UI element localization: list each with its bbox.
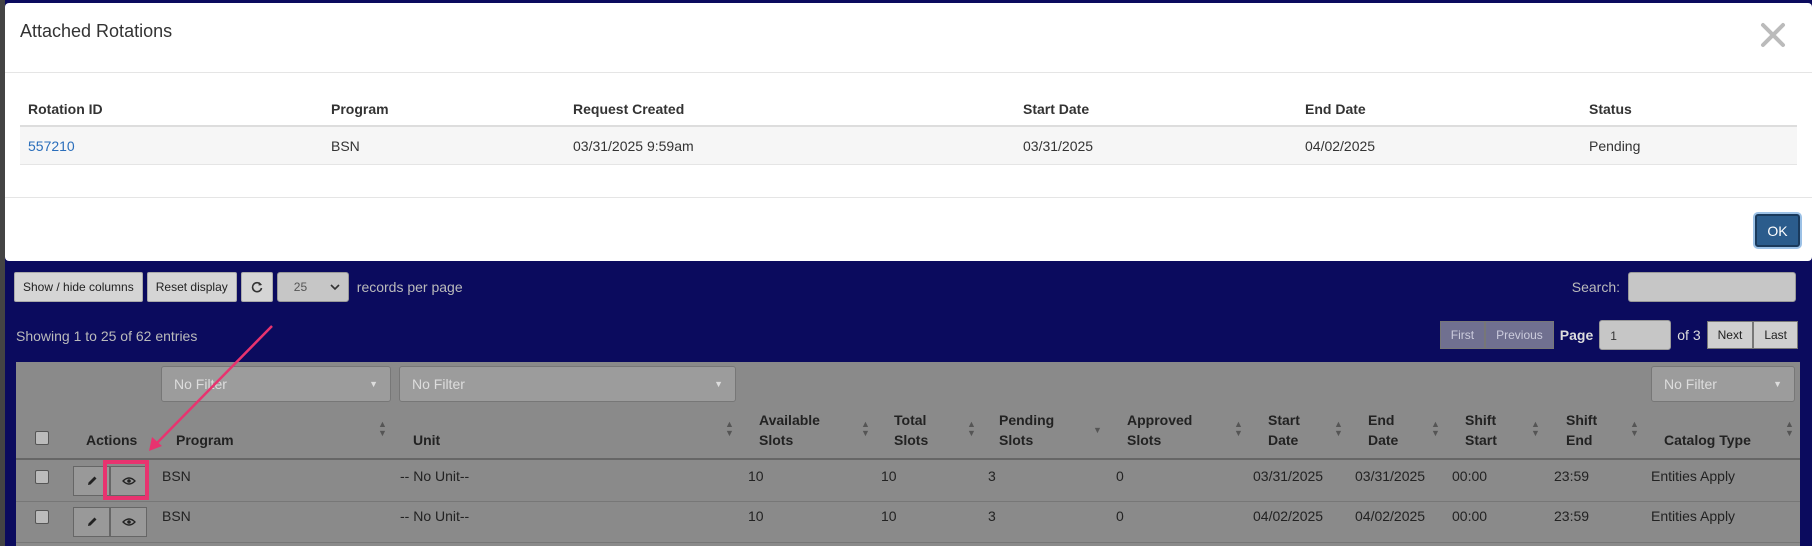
header-status: Status	[1589, 101, 1632, 117]
rotations-table-header: Rotation ID Program Request Created Star…	[20, 93, 1797, 127]
ok-button[interactable]: OK	[1755, 214, 1800, 247]
cell-start-date: 03/31/2025	[1023, 138, 1094, 154]
rotation-id-link[interactable]: 557210	[28, 138, 75, 154]
header-end-date: End Date	[1305, 101, 1366, 117]
attached-rotations-modal: Attached Rotations Rotation ID Program R…	[5, 3, 1812, 261]
close-button[interactable]	[1755, 17, 1791, 53]
table-row: 557210 BSN 03/31/2025 9:59am 03/31/2025 …	[20, 127, 1797, 165]
header-request-created: Request Created	[573, 101, 685, 117]
cell-request-created: 03/31/2025 9:59am	[573, 138, 694, 154]
modal-header: Attached Rotations	[5, 3, 1812, 73]
modal-title: Attached Rotations	[20, 21, 173, 41]
header-program: Program	[331, 101, 389, 117]
cell-program: BSN	[331, 138, 360, 154]
modal-footer-divider	[5, 197, 1812, 198]
header-start-date: Start Date	[1023, 101, 1090, 117]
header-rotation-id: Rotation ID	[28, 101, 103, 117]
cell-end-date: 04/02/2025	[1305, 138, 1376, 154]
cell-status: Pending	[1589, 138, 1641, 154]
close-icon	[1761, 23, 1785, 47]
